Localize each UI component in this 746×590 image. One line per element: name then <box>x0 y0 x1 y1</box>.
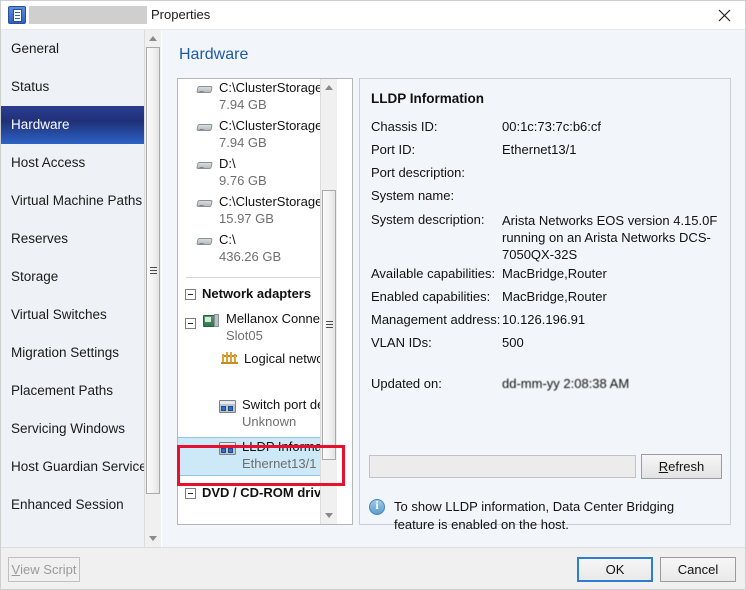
field-label-available-capabilities: Available capabilities: <box>371 266 495 281</box>
field-value-enabled-capabilities: MacBridge,Router <box>502 289 607 304</box>
collapse-icon[interactable] <box>185 289 196 300</box>
sidebar-item-virtual-switches[interactable]: Virtual Switches <box>1 296 160 334</box>
tree-item-value: Unknown <box>242 414 296 429</box>
disk-icon <box>196 120 214 136</box>
field-label-port-id: Port ID: <box>371 142 415 157</box>
disk-icon <box>196 196 214 212</box>
disk-icon <box>196 234 214 250</box>
field-value-updated-on: dd-mm-yy 2:08:38 AM <box>502 376 629 391</box>
sidebar-item-servicing-windows[interactable]: Servicing Windows <box>1 410 160 448</box>
lldp-details-panel: LLDP Information Chassis ID: 00:1c:73:7c… <box>359 78 731 525</box>
switch-port-icon <box>219 399 237 415</box>
sidebar-item-host-guardian-service[interactable]: Host Guardian Service <box>1 448 160 486</box>
tree-item-size: 7.94 GB <box>219 97 267 112</box>
tree-item-lldp-information[interactable]: LLDP Informati... Ethernet13/1 <box>178 437 337 476</box>
title-bar: Properties <box>1 1 746 30</box>
field-label-vlan-ids: VLAN IDs: <box>371 335 432 350</box>
scroll-down-icon[interactable] <box>321 507 337 524</box>
tree-item-size: 7.94 GB <box>219 135 267 150</box>
tree-item-size: 436.26 GB <box>219 249 281 264</box>
sidebar-item-hardware[interactable]: Hardware <box>1 106 160 144</box>
tree-item-switch-port-details[interactable]: Switch port det... Unknown <box>178 396 337 434</box>
tree-divider <box>186 277 328 278</box>
tree-item-logical-network[interactable]: Logical networ... <box>178 348 337 376</box>
sidebar-item-general[interactable]: General <box>1 30 160 68</box>
sidebar-item-status[interactable]: Status <box>1 68 160 106</box>
sidebar-item-reserves[interactable]: Reserves <box>1 220 160 258</box>
tree-item-size: 9.76 GB <box>219 173 267 188</box>
tree-group-label: Network adapters <box>202 286 311 301</box>
info-icon <box>369 499 385 515</box>
tree-item-value: Ethernet13/1 <box>242 456 316 471</box>
sidebar-scrollbar[interactable] <box>144 30 161 547</box>
cancel-button[interactable]: Cancel <box>660 557 736 582</box>
refresh-button[interactable]: Refresh <box>641 454 722 479</box>
collapse-icon[interactable] <box>185 488 196 499</box>
close-icon[interactable] <box>702 1 746 29</box>
server-icon <box>8 6 26 24</box>
field-label-system-name: System name: <box>371 188 454 203</box>
sidebar-item-enhanced-session[interactable]: Enhanced Session <box>1 486 160 524</box>
tree-item-label: C:\ <box>219 232 236 247</box>
field-value-system-description: Arista Networks EOS version 4.15.0F runn… <box>502 212 720 263</box>
scrollbar-thumb[interactable] <box>146 47 160 494</box>
sidebar-item-virtual-machine-paths[interactable]: Virtual Machine Paths <box>1 182 160 220</box>
network-card-icon <box>203 313 221 329</box>
field-value-port-id: Ethernet13/1 <box>502 142 576 157</box>
main-panel: Hardware C:\ClusterStorage\... 7.94 GB C… <box>162 30 746 547</box>
details-title: LLDP Information <box>371 91 484 106</box>
tree-group-network-adapters[interactable]: Network adapters <box>178 282 337 308</box>
sidebar-item-migration-settings[interactable]: Migration Settings <box>1 334 160 372</box>
sidebar: General Status Hardware Host Access Virt… <box>1 30 161 547</box>
tree-item-size: 15.97 GB <box>219 211 274 226</box>
lldp-icon <box>219 441 237 457</box>
tree-item-disk[interactable]: D:\ 9.76 GB <box>178 155 337 193</box>
tree-item-disk[interactable]: C:\ClusterStorage\... 7.94 GB <box>178 79 337 117</box>
scrollbar-thumb[interactable] <box>322 190 336 460</box>
window-title: Properties <box>151 7 210 22</box>
field-label-chassis-id: Chassis ID: <box>371 119 437 134</box>
view-script-button[interactable]: View Script <box>8 557 80 582</box>
tree-scrollbar[interactable] <box>320 79 337 524</box>
tree-group-dvd-cdrom-drives[interactable]: DVD / CD-ROM drives <box>178 481 337 507</box>
field-label-updated-on: Updated on: <box>371 376 442 391</box>
ok-button[interactable]: OK <box>577 557 653 582</box>
scroll-up-icon[interactable] <box>145 30 161 47</box>
logical-network-icon <box>221 352 239 368</box>
tree-item-disk[interactable]: C:\ClusterStorage\... 7.94 GB <box>178 117 337 155</box>
field-value-vlan-ids: 500 <box>502 335 524 350</box>
scroll-down-icon[interactable] <box>145 530 161 547</box>
scroll-up-icon[interactable] <box>321 79 337 96</box>
field-label-enabled-capabilities: Enabled capabilities: <box>371 289 490 304</box>
tree-item-slot: Slot05 <box>226 328 263 343</box>
sidebar-item-placement-paths[interactable]: Placement Paths <box>1 372 160 410</box>
sidebar-item-host-access[interactable]: Host Access <box>1 144 160 182</box>
field-label-management-address: Management address: <box>371 312 500 327</box>
field-value-available-capabilities: MacBridge,Router <box>502 266 607 281</box>
field-label-port-description: Port description: <box>371 165 465 180</box>
sidebar-item-clipped[interactable] <box>1 524 160 538</box>
title-redacted-block <box>29 6 147 24</box>
field-label-system-description: System description: <box>371 212 484 227</box>
info-message: To show LLDP information, Data Center Br… <box>394 498 716 534</box>
refresh-input[interactable] <box>369 455 636 478</box>
field-value-chassis-id: 00:1c:73:7c:b6:cf <box>502 119 601 134</box>
collapse-icon[interactable] <box>185 318 196 329</box>
sidebar-item-storage[interactable]: Storage <box>1 258 160 296</box>
tree-item-network-adapter[interactable]: Mellanox Connect... Slot05 <box>178 310 337 348</box>
tree-item-label: D:\ <box>219 156 236 171</box>
tree-item-disk[interactable]: C:\ClusterStorage\... 15.97 GB <box>178 193 337 231</box>
disk-icon <box>196 82 214 98</box>
field-value-management-address: 10.126.196.91 <box>502 312 585 327</box>
disk-icon <box>196 158 214 174</box>
tree-group-label: DVD / CD-ROM drives <box>202 485 336 500</box>
dialog-footer: View Script OK Cancel <box>1 547 745 589</box>
page-title: Hardware <box>179 46 248 64</box>
properties-dialog: Properties General Status Hardware Host … <box>0 0 746 590</box>
tree-item-disk[interactable]: C:\ 436.26 GB <box>178 231 337 269</box>
